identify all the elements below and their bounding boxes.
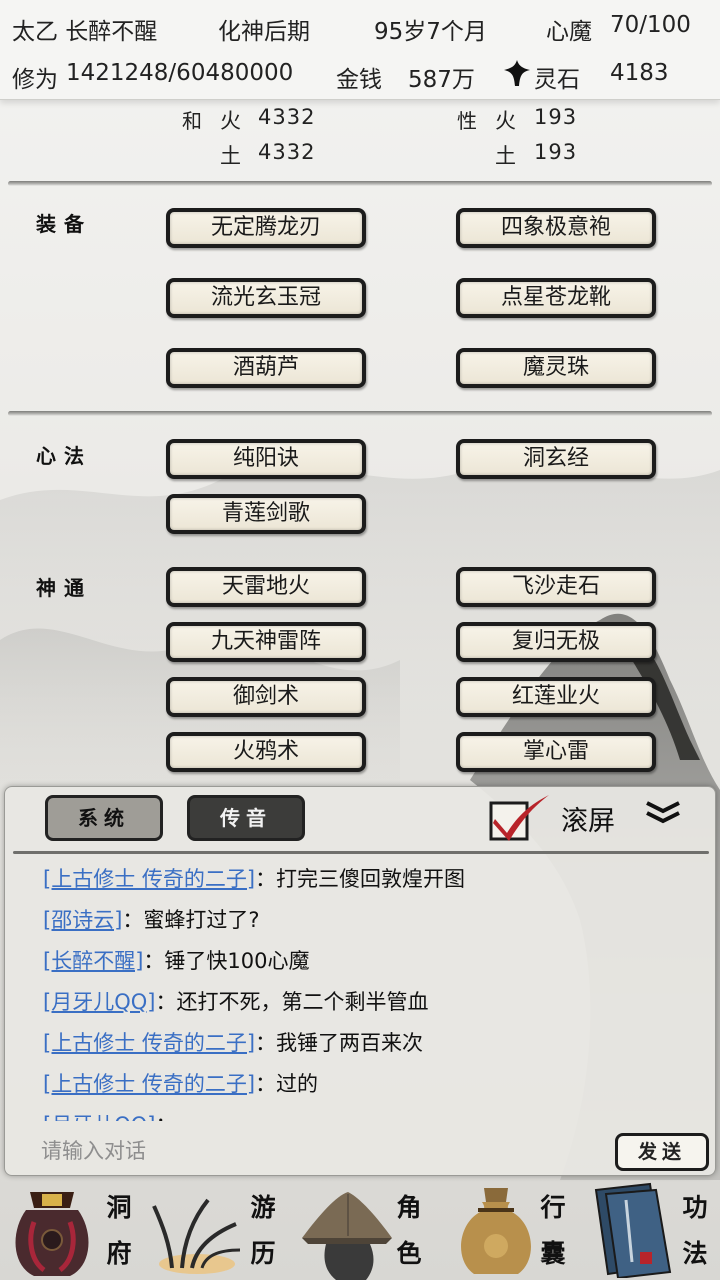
- chevron-down-icon[interactable]: [643, 799, 683, 827]
- equipment-item-button[interactable]: 点星苍龙靴: [456, 278, 656, 318]
- equipment-item-button[interactable]: 无定腾龙刃: [166, 208, 366, 248]
- heart-methods-section-label: 心法: [36, 444, 92, 468]
- spirit-stone-label: 灵石: [534, 67, 580, 93]
- chat-message: [邵诗云]：蜜蜂打过了?: [43, 900, 703, 941]
- chat-message: [上古修士 传奇的二子]：我锤了两百来次: [43, 1023, 703, 1064]
- grass-icon: [152, 1198, 241, 1274]
- heart-method-button[interactable]: 青莲剑歌: [166, 494, 366, 534]
- send-button[interactable]: 发送: [615, 1133, 709, 1171]
- chat-message: [上古修士 传奇的二子]：过的: [43, 1064, 703, 1105]
- realm-level: 化神后期: [218, 19, 310, 45]
- message-sender-link[interactable]: [邵诗云]: [43, 908, 122, 932]
- message-text: ：我锤了两百来次: [255, 1031, 424, 1055]
- book-icon: [594, 1182, 672, 1278]
- divine-arts-section-label: 神通: [36, 576, 92, 600]
- chat-message-list[interactable]: [上古修士 传奇的二子]：打完三傻回敦煌开图 [邵诗云]：蜜蜂打过了? [长醉不…: [43, 859, 703, 1121]
- treasure-bag-icon: [15, 1192, 89, 1276]
- message-sender-link[interactable]: [上古修士 传奇的二子]: [43, 1031, 255, 1055]
- nav-item-character[interactable]: 角 色: [292, 1180, 440, 1280]
- divine-art-button[interactable]: 复归无极: [456, 622, 656, 662]
- straw-hat-icon: [302, 1192, 392, 1280]
- cultivation-value: 1421248/60480000: [66, 60, 294, 86]
- equipment-item-button[interactable]: 魔灵珠: [456, 348, 656, 388]
- message-text: ：锤了快100心魔: [143, 949, 310, 973]
- stat-left-value: 4332: [258, 140, 316, 164]
- chat-message: [月牙儿QQ]：还打不死，第二个剩半管血: [43, 982, 703, 1023]
- nav-label-top: 行: [540, 1193, 566, 1222]
- tab-system[interactable]: 系统: [45, 795, 163, 841]
- message-text: ：过的: [255, 1072, 319, 1096]
- message-text: ：: [155, 1113, 176, 1121]
- checkbox-checked-icon: [489, 795, 549, 841]
- stat-right-element: 火: [495, 109, 516, 133]
- nav-label-top: 游: [250, 1193, 276, 1222]
- message-sender-link[interactable]: [上古修士 传奇的二子]: [43, 867, 255, 891]
- divine-art-button[interactable]: 飞沙走石: [456, 567, 656, 607]
- nav-label-bottom: 历: [250, 1239, 276, 1268]
- nav-label-bottom: 法: [682, 1239, 708, 1268]
- tab-voice-chat[interactable]: 传音: [187, 795, 305, 841]
- stat-left-element: 土: [220, 144, 241, 168]
- chat-message-input[interactable]: [41, 1133, 601, 1169]
- sack-icon: [461, 1188, 531, 1274]
- stats-right-vertical-label: 性: [457, 109, 477, 133]
- chat-divider: [13, 851, 709, 854]
- divine-art-button[interactable]: 天雷地火: [166, 567, 366, 607]
- message-sender-link[interactable]: [长醉不醒]: [43, 949, 143, 973]
- divine-art-button[interactable]: 御剑术: [166, 677, 366, 717]
- heart-method-button[interactable]: 纯阳诀: [166, 439, 366, 479]
- nav-label-top: 功: [682, 1193, 708, 1222]
- stat-right-value: 193: [534, 140, 578, 164]
- message-sender-link[interactable]: [月牙儿QQ]: [43, 1113, 155, 1121]
- divine-art-button[interactable]: 火鸦术: [166, 732, 366, 772]
- chat-message: [长醉不醒]：锤了快100心魔: [43, 941, 703, 982]
- message-text: ：蜜蜂打过了?: [122, 908, 260, 932]
- equipment-item-button[interactable]: 酒葫芦: [166, 348, 366, 388]
- message-sender-link[interactable]: [月牙儿QQ]: [43, 990, 155, 1014]
- status-header: 太乙 长醉不醒 化神后期 95岁7个月 心魔 70/100 修为 1421248…: [0, 0, 720, 100]
- divine-art-button[interactable]: 红莲业火: [456, 677, 656, 717]
- message-sender-link[interactable]: [上古修士 传奇的二子]: [43, 1072, 255, 1096]
- equipment-item-button[interactable]: 四象极意袍: [456, 208, 656, 248]
- money-value: 587万: [408, 67, 475, 93]
- auto-scroll-label: 滚屏: [561, 806, 615, 837]
- divine-art-button[interactable]: 掌心雷: [456, 732, 656, 772]
- cultivation-label: 修为: [12, 67, 58, 93]
- spirit-stone-icon: [502, 58, 532, 88]
- nav-item-cave-abode[interactable]: 洞 府: [0, 1180, 145, 1280]
- equipment-item-button[interactable]: 流光玄玉冠: [166, 278, 366, 318]
- stats-left-vertical-label: 和: [182, 109, 202, 133]
- nav-label-bottom: 囊: [540, 1239, 566, 1268]
- chat-message: [月牙儿QQ]：: [43, 1105, 703, 1121]
- money-label: 金钱: [336, 67, 382, 93]
- stat-left-element: 火: [220, 109, 241, 133]
- stat-right-element: 土: [495, 144, 516, 168]
- chat-message: [上古修士 传奇的二子]：打完三傻回敦煌开图: [43, 859, 703, 900]
- nav-item-travel[interactable]: 游 历: [148, 1180, 288, 1280]
- nav-item-inventory[interactable]: 行 囊: [444, 1180, 584, 1280]
- nav-label-bottom: 色: [396, 1239, 422, 1268]
- auto-scroll-checkbox[interactable]: [487, 793, 557, 843]
- nav-label-bottom: 府: [106, 1239, 132, 1268]
- message-text: ：打完三傻回敦煌开图: [255, 867, 466, 891]
- section-divider: [8, 181, 712, 186]
- heart-demon-label: 心魔: [546, 19, 592, 45]
- nav-item-techniques[interactable]: 功 法: [584, 1180, 720, 1280]
- heart-demon-value: 70/100: [610, 12, 691, 38]
- spirit-stone-value: 4183: [610, 60, 669, 86]
- divine-art-button[interactable]: 九天神雷阵: [166, 622, 366, 662]
- character-age: 95岁7个月: [374, 19, 487, 45]
- section-divider: [8, 411, 712, 416]
- bottom-navigation: 洞 府 游 历 角 色 行 囊 功 法: [0, 1180, 720, 1280]
- nav-label-top: 角: [396, 1193, 422, 1222]
- heart-method-button[interactable]: 洞玄经: [456, 439, 656, 479]
- stat-right-value: 193: [534, 105, 578, 129]
- nav-label-top: 洞: [106, 1193, 132, 1222]
- chat-panel: 系统 传音 滚屏 [上古修士 传奇的二子]：打完三傻回敦煌开图 [邵诗云]：蜜蜂…: [4, 786, 716, 1176]
- stat-left-value: 4332: [258, 105, 316, 129]
- message-text: ：还打不死，第二个剩半管血: [155, 990, 429, 1014]
- character-name: 太乙 长醉不醒: [12, 19, 158, 45]
- equipment-section-label: 装备: [36, 212, 92, 236]
